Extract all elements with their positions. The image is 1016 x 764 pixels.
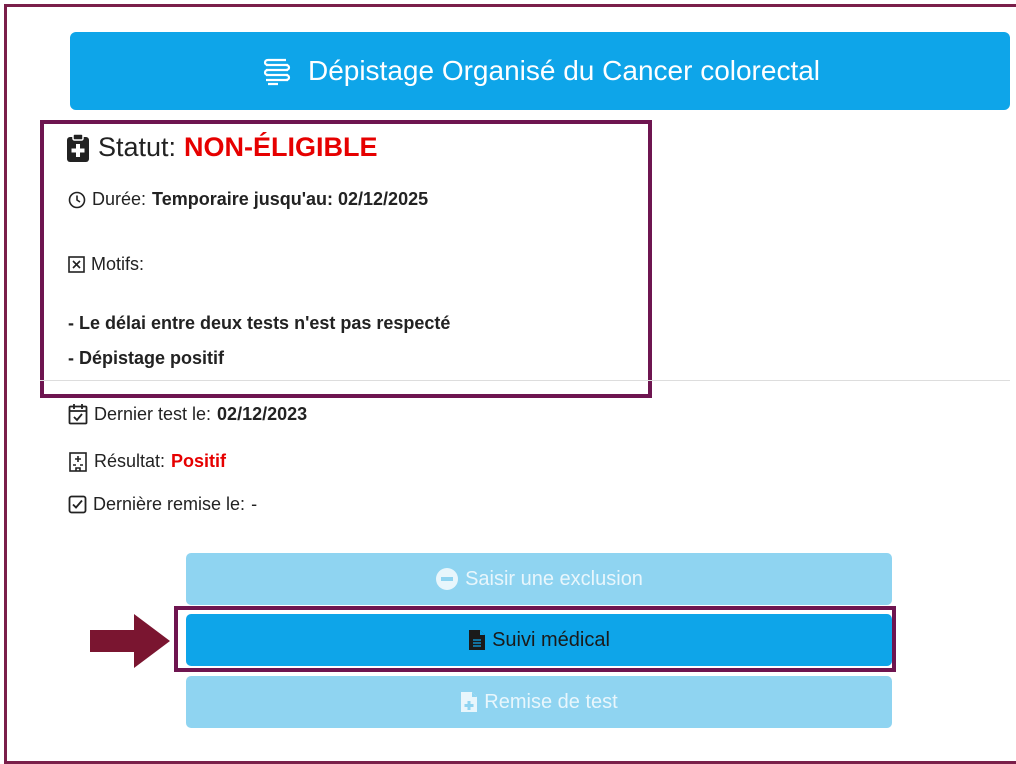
minus-circle-icon [436, 568, 459, 590]
reasons-label: Motifs: [91, 254, 145, 274]
duration-value: Temporaire jusqu'au: 02/12/2025 [152, 189, 429, 209]
calendar-check-icon [68, 404, 88, 425]
duration-row: Durée: Temporaire jusqu'au: 02/12/2025 [68, 189, 428, 210]
result-label: Résultat: [94, 450, 166, 471]
status-value: NON-ÉLIGIBLE [184, 132, 378, 162]
add-exclusion-button[interactable]: Saisir une exclusion [186, 553, 892, 605]
last-handover-row: Dernière remise le: - [68, 494, 257, 515]
reasons-row: Motifs: [68, 254, 144, 275]
result-value: Positif [171, 450, 227, 471]
last-test-value: 02/12/2023 [217, 403, 308, 424]
reason-item: - Dépistage positif [68, 348, 225, 368]
test-handover-button[interactable]: Remise de test [186, 676, 892, 728]
add-exclusion-label: Saisir une exclusion [465, 567, 643, 590]
test-handover-label: Remise de test [484, 690, 618, 713]
check-square-icon [68, 495, 87, 514]
last-test-label: Dernier test le: [94, 403, 212, 424]
status-row: Statut: NON-ÉLIGIBLE [66, 132, 378, 163]
clipboard-medical-icon [67, 132, 89, 162]
divider [40, 380, 1010, 381]
clock-icon [68, 191, 86, 208]
screening-header: Dépistage Organisé du Cancer colorectal [70, 32, 1010, 110]
status-label: Statut: [98, 132, 177, 162]
last-handover-value: - [251, 494, 258, 514]
last-handover-label: Dernière remise le: [93, 494, 246, 514]
file-plus-icon [461, 692, 478, 712]
result-row: Résultat: Positif [68, 450, 226, 472]
follow-up-highlight-box [174, 606, 896, 672]
x-box-icon [68, 256, 85, 273]
arrow-right-icon [90, 614, 170, 668]
reason-item: - Le délai entre deux tests n'est pas re… [68, 313, 451, 333]
hospital-icon [69, 452, 87, 472]
intestine-icon [263, 58, 291, 86]
duration-label: Durée: [92, 189, 147, 209]
last-test-row: Dernier test le: 02/12/2023 [68, 403, 307, 425]
header-title: Dépistage Organisé du Cancer colorectal [307, 55, 821, 86]
